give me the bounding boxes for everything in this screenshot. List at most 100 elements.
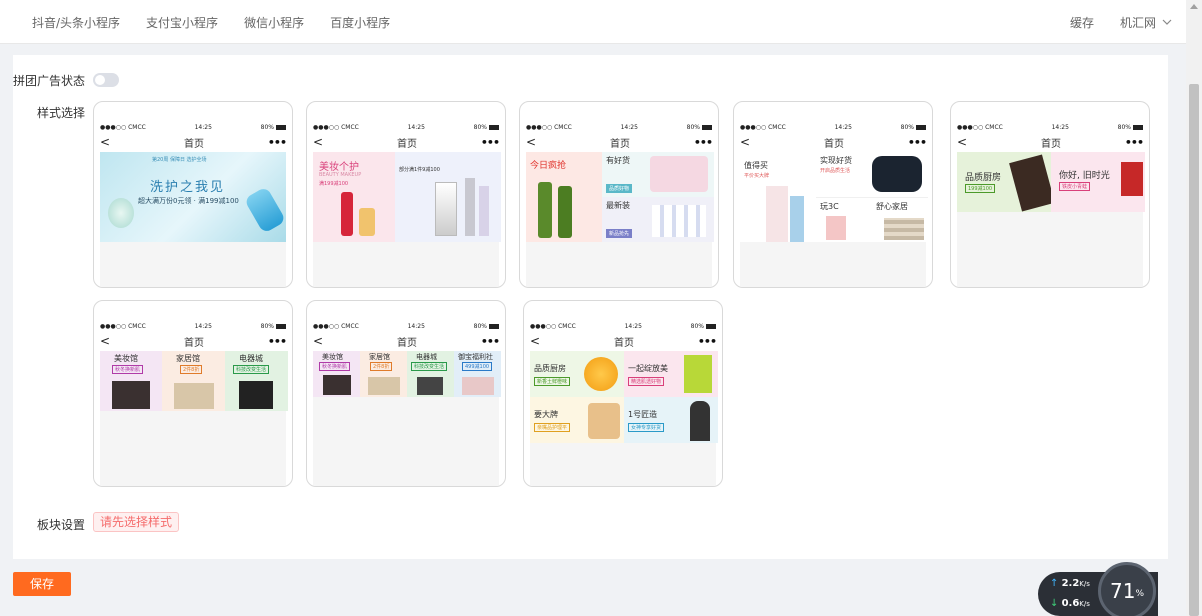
product-image: [112, 381, 150, 409]
phone-screen: 今日疯抢 有好货 品质好物 最新装 新品抢先: [526, 152, 714, 287]
phone-nav: < 首页 •••: [957, 133, 1144, 151]
block-settings-label: 板块设置: [37, 518, 86, 532]
tile-goods: 有好货 品质好物: [602, 152, 714, 197]
back-icon: <: [526, 135, 537, 149]
phone-status-bar: ●●●○○ CMCC 14:25 80%: [100, 321, 286, 331]
phone-title: 首页: [613, 337, 634, 349]
more-icon: •••: [480, 334, 500, 348]
carrier-text: ●●●○○ CMCC: [526, 123, 572, 131]
tile-tag: 199减100: [965, 184, 996, 193]
more-icon: •••: [480, 135, 500, 149]
battery-text: 80%: [1117, 123, 1131, 131]
battery-text: 80%: [260, 322, 274, 330]
tile-title: 最新装: [606, 201, 630, 210]
time-text: 14:25: [834, 123, 852, 131]
tile-title: 电器城: [416, 353, 437, 361]
style-card-5[interactable]: ●●●○○ CMCC 14:25 80% < 首页 ••• 品质厨房 199减100 你…: [950, 101, 1150, 288]
product-image: [174, 383, 214, 409]
upload-speed: 2.2: [1061, 578, 1080, 589]
more-icon: •••: [267, 135, 287, 149]
toggle-knob: [95, 75, 105, 85]
tile-tag: 品质好物: [606, 184, 633, 193]
tile-promo: 满199减100: [319, 181, 349, 187]
tile-kitchen: 品质厨房 199减100: [957, 152, 1051, 212]
save-button[interactable]: 保存: [13, 572, 71, 596]
network-speed-widget[interactable]: ↑ 2.2K/s ↓ 0.6K/s 71%: [1038, 562, 1158, 616]
page-scrollbar[interactable]: [1186, 0, 1202, 616]
tile-appliance: 电器城 科技改变生活: [225, 351, 288, 411]
tile-home-hall: 家居馆 2件8折: [360, 351, 407, 397]
style-card-6[interactable]: ●●●○○ CMCC 14:25 80% < 首页 ••• 美妆馆 秋冬换新肌 家居馆 …: [93, 300, 293, 487]
carrier-text: ●●●○○ CMCC: [313, 123, 359, 131]
tile-home-hall: 家居馆 2件8折: [162, 351, 225, 411]
tile-worth: 值得买 平价买大牌: [740, 152, 816, 242]
carrier-text: ●●●○○ CMCC: [957, 123, 1003, 131]
ad-status-toggle[interactable]: [93, 73, 119, 87]
bag-image: [872, 156, 922, 192]
platform-tabs: 抖音/头条小程序 支付宝小程序 微信小程序 百度小程序: [32, 0, 416, 44]
tile-skincare: 部分满1件9减100: [395, 152, 501, 242]
cosmetic-bottle-image: [465, 178, 475, 236]
back-icon: <: [313, 135, 324, 149]
tile-title: 值得买: [744, 161, 768, 170]
banner-sub: 超大满万份0元领 · 满199减100: [138, 197, 239, 205]
coat-image: [766, 186, 788, 242]
tile-tag: 2件8折: [370, 362, 393, 371]
cosmetic-bottle-image: [479, 186, 489, 236]
tile-title: 御宝福利社: [458, 353, 493, 361]
tile-beauty-hall: 美妆馆 秋冬换新肌: [100, 351, 162, 411]
tab-alipay[interactable]: 支付宝小程序: [146, 14, 218, 31]
style-card-2[interactable]: ●●●○○ CMCC 14:25 80% < 首页 ••• 美妆个护 BEAUTY MA…: [306, 101, 506, 288]
style-card-1[interactable]: ●●●○○ CMCC 14:25 80% < 首页 ••• 第20周 保障日 选护全场 …: [93, 101, 293, 288]
battery-text: 80%: [686, 123, 700, 131]
tab-wechat[interactable]: 微信小程序: [244, 14, 304, 31]
tile-title: 美妆个护: [319, 162, 359, 173]
tab-baidu[interactable]: 百度小程序: [330, 14, 390, 31]
tile-sub: 平价买大牌: [744, 173, 770, 179]
tile-title: 有好货: [606, 156, 630, 165]
product-image: [239, 381, 273, 409]
perfume-image: [359, 208, 375, 236]
scrollbar-thumb[interactable]: [1189, 84, 1199, 616]
cosmetic-image: [684, 355, 712, 393]
style-card-3[interactable]: ●●●○○ CMCC 14:25 80% < 首页 ••• 今日疯抢 有好货 品质好物 …: [519, 101, 719, 288]
battery-icon: [701, 124, 712, 130]
style-card-4[interactable]: ●●●○○ CMCC 14:25 80% < 首页 ••• 值得买 平价买大牌 实现好货…: [733, 101, 933, 288]
phone-nav: < 首页 •••: [313, 133, 500, 151]
battery-icon: [275, 323, 286, 329]
scroll-up-arrow-icon[interactable]: [1190, 4, 1198, 9]
download-unit: K/s: [1079, 600, 1090, 608]
tile-tag: 秋冬换新肌: [112, 365, 144, 374]
style-card-8[interactable]: ●●●○○ CMCC 14:25 80% < 首页 ••• 品质厨房 新香土鲜橙味 一起…: [523, 300, 723, 487]
tile-beauty: 美妆个护 BEAUTY MAKEUP 满199减100: [313, 152, 395, 242]
carrier-text: ●●●○○ CMCC: [313, 322, 359, 330]
phone-screen: 美妆馆 秋冬换新肌 家居馆 2件8折 电器城 科技改变生活: [100, 351, 288, 486]
style-card-7[interactable]: ●●●○○ CMCC 14:25 80% < 首页 ••• 美妆馆 秋冬换新肌 家居馆 …: [306, 300, 506, 487]
user-menu[interactable]: 机汇网: [1120, 14, 1172, 31]
back-icon: <: [530, 334, 541, 348]
tile-brand: 要大牌 亲嘴品护理平: [530, 397, 624, 443]
back-icon: <: [957, 135, 968, 149]
cosmetic-box-image: [435, 182, 457, 236]
tile-bloom: 一起绽放美 精选肌透好物: [624, 351, 718, 397]
phone-nav: < 首页 •••: [100, 332, 287, 350]
tile-tag: 铁皮小青蛙: [1059, 182, 1091, 191]
more-icon: •••: [907, 135, 927, 149]
phone-status-bar: ●●●○○ CMCC 14:25 80%: [100, 122, 286, 132]
style-select-label: 样式选择: [37, 106, 86, 120]
milk-box-image: [652, 205, 706, 237]
upload-arrow-icon: ↑: [1050, 578, 1059, 589]
model-image: [690, 401, 710, 441]
banner-top-text: 第20周 保障日 选护全场: [152, 157, 207, 163]
bottle-image: [558, 186, 572, 238]
tile-sub: BEAUTY MAKEUP: [319, 172, 362, 178]
tile-tag: 亲嘴品护理平: [534, 423, 571, 432]
tab-douyin[interactable]: 抖音/头条小程序: [32, 14, 120, 31]
phone-status-bar: ●●●○○ CMCC 14:25 80%: [530, 321, 716, 331]
phone-screen: 第20周 保障日 选护全场 洗护之我见 超大满万份0元领 · 满199减100: [100, 152, 287, 287]
bag-image: [650, 156, 708, 192]
phone-status-bar: ●●●○○ CMCC 14:25 80%: [313, 122, 499, 132]
cache-button[interactable]: 缓存: [1070, 14, 1094, 31]
back-icon: <: [313, 334, 324, 348]
phone-title: 首页: [609, 138, 630, 150]
